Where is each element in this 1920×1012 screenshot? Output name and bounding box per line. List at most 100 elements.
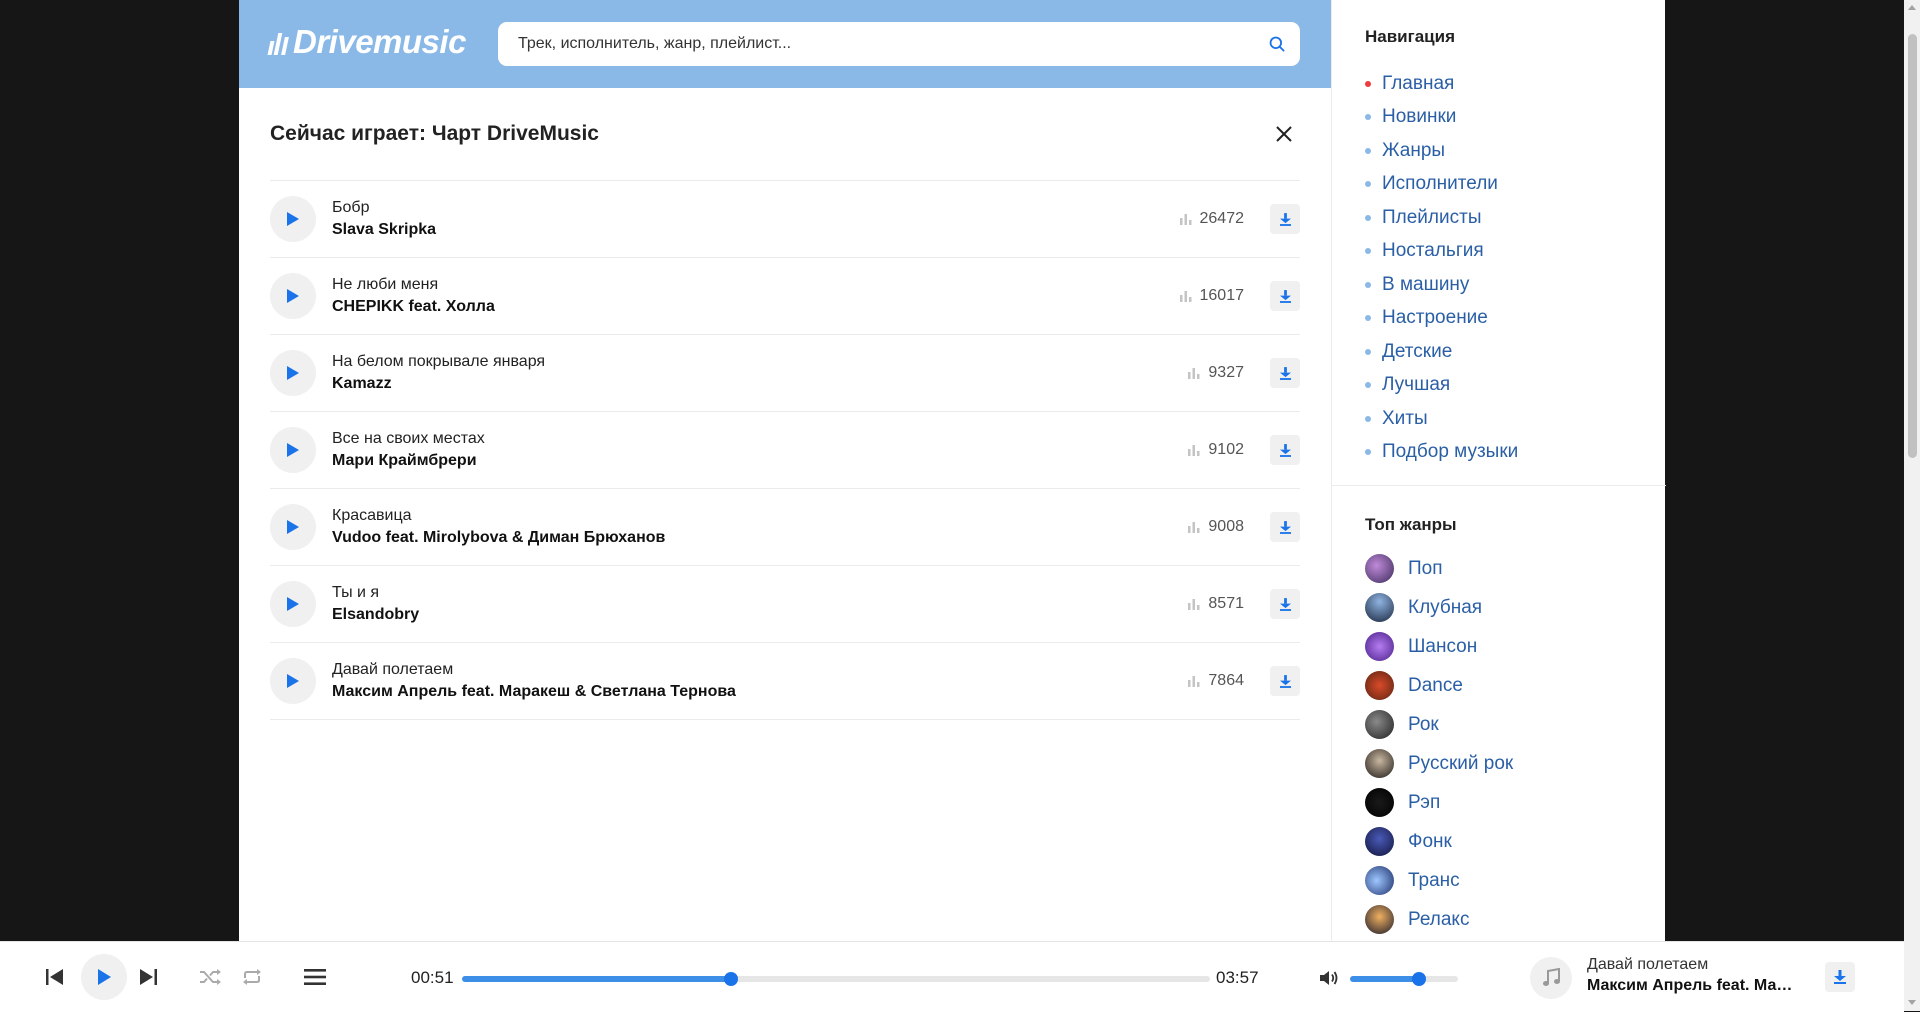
download-button[interactable] xyxy=(1270,512,1300,542)
genre-item[interactable]: Шансон xyxy=(1365,627,1513,666)
track-row[interactable]: Бобр Slava Skripka 26472 xyxy=(270,181,1300,258)
volume-handle[interactable] xyxy=(1412,972,1427,986)
nav-item-label: Главная xyxy=(1382,72,1455,94)
track-row[interactable]: Ты и я Elsandobry 8571 xyxy=(270,566,1300,643)
genre-thumbnail xyxy=(1365,671,1394,700)
play-count-value: 9327 xyxy=(1208,364,1244,381)
track-play-button[interactable] xyxy=(270,350,316,396)
track-artist[interactable]: Slava Skripka xyxy=(332,219,1180,241)
bar-chart-icon xyxy=(1188,368,1200,379)
track-play-button[interactable] xyxy=(270,273,316,319)
player-download-button[interactable] xyxy=(1825,962,1855,992)
genre-item[interactable]: Dance xyxy=(1365,666,1513,705)
genre-item[interactable]: Поп xyxy=(1365,549,1513,588)
playlist-button[interactable] xyxy=(301,964,329,990)
track-artist[interactable]: Vudoo feat. Mirolybova & Диман Брюханов xyxy=(332,527,1188,549)
genre-item[interactable]: Русский рок xyxy=(1365,744,1513,783)
repeat-button[interactable] xyxy=(239,964,265,990)
play-count: 8571 xyxy=(1188,595,1244,613)
genre-thumbnail xyxy=(1365,710,1394,739)
track-title[interactable]: Давай полетаем xyxy=(332,659,1188,681)
genre-thumbnail xyxy=(1365,554,1394,583)
close-button[interactable] xyxy=(1270,120,1298,148)
track-artist[interactable]: Kamazz xyxy=(332,373,1188,395)
track-title[interactable]: Все на своих местах xyxy=(332,428,1188,450)
nav-item[interactable]: Детские xyxy=(1365,335,1518,369)
genre-item[interactable]: Рок xyxy=(1365,705,1513,744)
bar-chart-icon xyxy=(1179,291,1191,302)
download-button[interactable] xyxy=(1270,281,1300,311)
page-scrollbar[interactable] xyxy=(1904,0,1920,1011)
search-input[interactable] xyxy=(498,22,1254,66)
repeat-icon xyxy=(243,969,261,985)
download-icon xyxy=(1279,289,1291,303)
nav-item[interactable]: В машину xyxy=(1365,268,1518,302)
play-button[interactable] xyxy=(81,954,127,1000)
track-row[interactable]: Давай полетаем Максим Апрель feat. Мараке… xyxy=(270,643,1300,720)
track-play-button[interactable] xyxy=(270,196,316,242)
nav-item[interactable]: Хиты xyxy=(1365,402,1518,436)
nav-item[interactable]: Новинки xyxy=(1365,101,1518,135)
track-artist[interactable]: CHEPIKK feat. Холла xyxy=(332,296,1180,318)
shuffle-icon xyxy=(200,969,221,985)
volume-slider[interactable] xyxy=(1350,972,1458,986)
progress-bar[interactable] xyxy=(462,972,1210,986)
scroll-up-arrow-icon[interactable] xyxy=(1908,5,1916,10)
bullet-dot xyxy=(1365,348,1371,355)
play-count: 9102 xyxy=(1188,441,1244,459)
nav-item[interactable]: Исполнители xyxy=(1365,168,1518,202)
nav-item[interactable]: Плейлисты xyxy=(1365,201,1518,235)
track-title[interactable]: Красавица xyxy=(332,505,1188,527)
search-button[interactable] xyxy=(1254,22,1300,66)
site-header: Drivemusic xyxy=(239,0,1331,88)
genre-item[interactable]: Транс xyxy=(1365,861,1513,900)
bar-chart-icon xyxy=(1188,676,1200,687)
track-play-button[interactable] xyxy=(270,427,316,473)
download-button[interactable] xyxy=(1270,358,1300,388)
previous-track-button[interactable] xyxy=(40,962,70,992)
genre-item[interactable]: Фонк xyxy=(1365,822,1513,861)
nav-item[interactable]: Подбор музыки xyxy=(1365,436,1518,470)
download-button[interactable] xyxy=(1270,435,1300,465)
download-button[interactable] xyxy=(1270,589,1300,619)
download-button[interactable] xyxy=(1270,204,1300,234)
nav-item[interactable]: Главная xyxy=(1365,67,1518,101)
next-track-button[interactable] xyxy=(133,962,163,992)
download-button[interactable] xyxy=(1270,666,1300,696)
progress-handle[interactable] xyxy=(724,972,739,986)
track-row[interactable]: На белом покрывале января Kamazz 9327 xyxy=(270,335,1300,412)
genre-item[interactable]: Рэп xyxy=(1365,783,1513,822)
track-artist[interactable]: Максим Апрель feat. Маракеш & Светлана Т… xyxy=(332,681,1188,703)
track-row[interactable]: Красавица Vudoo feat. Mirolybova & Диман … xyxy=(270,489,1300,566)
nav-item-label: В машину xyxy=(1382,273,1470,295)
genre-item[interactable]: Релакс xyxy=(1365,900,1513,939)
genre-item[interactable]: Клубная xyxy=(1365,588,1513,627)
shuffle-button[interactable] xyxy=(197,964,223,990)
track-title[interactable]: Бобр xyxy=(332,197,1180,219)
nav-item-label: Подбор музыки xyxy=(1382,441,1519,463)
genres-heading: Топ жанры xyxy=(1365,515,1457,534)
scroll-down-arrow-icon[interactable] xyxy=(1908,1000,1916,1005)
nav-item[interactable]: Лучшая xyxy=(1365,369,1518,403)
nav-item-label: Хиты xyxy=(1382,407,1428,429)
scrollbar-thumb[interactable] xyxy=(1908,34,1917,458)
play-count-value: 9102 xyxy=(1208,441,1244,458)
track-row[interactable]: Не люби меня CHEPIKK feat. Холла 16017 xyxy=(270,258,1300,335)
nav-item[interactable]: Ностальгия xyxy=(1365,235,1518,269)
nav-item[interactable]: Настроение xyxy=(1365,302,1518,336)
mute-button[interactable] xyxy=(1316,966,1342,990)
logo[interactable]: Drivemusic xyxy=(267,23,466,60)
track-title[interactable]: Не люби меня xyxy=(332,274,1180,296)
track-artist[interactable]: Elsandobry xyxy=(332,604,1188,626)
track-play-button[interactable] xyxy=(270,581,316,627)
play-icon xyxy=(287,597,299,611)
track-play-button[interactable] xyxy=(270,658,316,704)
track-title[interactable]: Ты и я xyxy=(332,582,1188,604)
track-row[interactable]: Все на своих местах Мари Краймбрери 9102 xyxy=(270,412,1300,489)
track-artist[interactable]: Мари Краймбрери xyxy=(332,450,1188,472)
track-play-button[interactable] xyxy=(270,504,316,550)
play-icon xyxy=(98,969,111,985)
nav-item[interactable]: Жанры xyxy=(1365,134,1518,168)
bar-chart-icon xyxy=(1188,445,1200,456)
track-title[interactable]: На белом покрывале января xyxy=(332,351,1188,373)
